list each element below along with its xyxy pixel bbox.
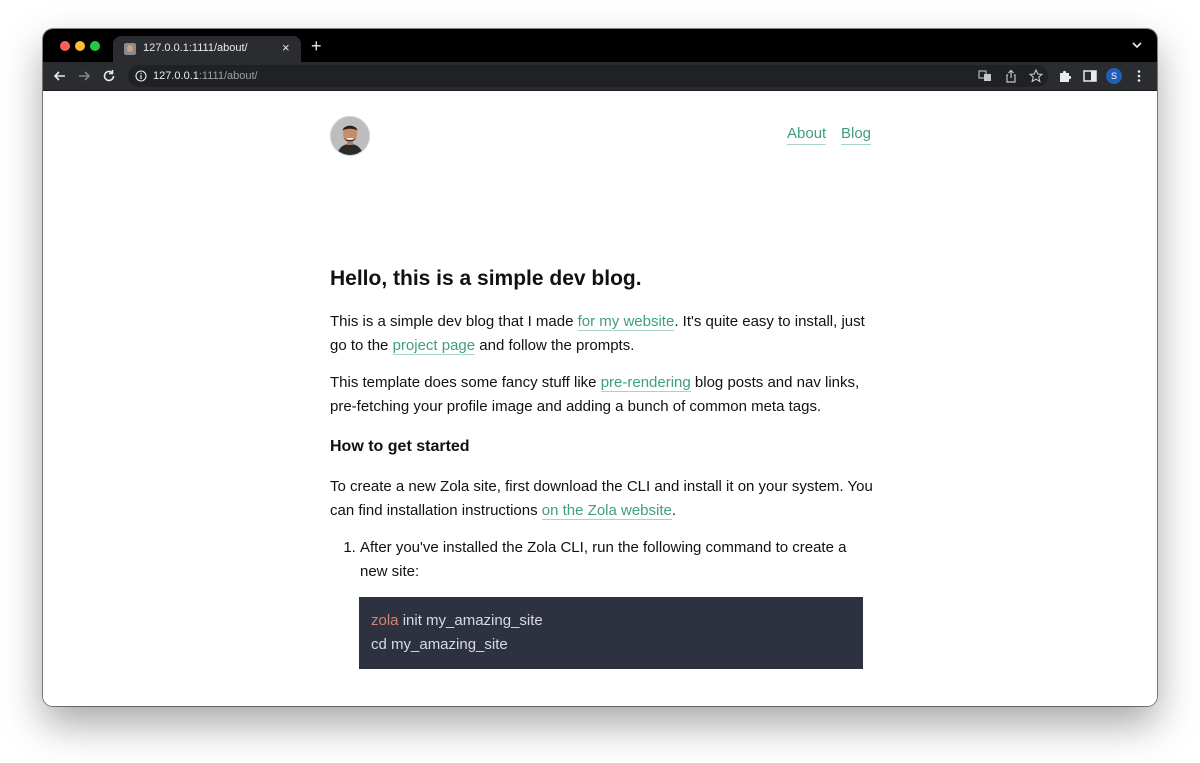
tab-close-button[interactable]: × bbox=[282, 41, 290, 55]
list-item: After you've installed the Zola CLI, run… bbox=[359, 536, 875, 669]
website-link[interactable]: for my website bbox=[577, 313, 675, 331]
nav-link-blog[interactable]: Blog bbox=[841, 125, 872, 145]
paragraph-text: and follow the prompts. bbox=[475, 337, 635, 354]
tab-title: 127.0.0.1:1111/about/ bbox=[143, 42, 248, 54]
translate-icon[interactable] bbox=[978, 69, 992, 83]
back-arrow-icon[interactable] bbox=[52, 68, 68, 84]
close-window-button[interactable] bbox=[60, 41, 70, 51]
url-text: 127.0.0.1:1111/about/ bbox=[153, 70, 258, 82]
features-paragraph: This template does some fancy stuff like… bbox=[330, 371, 875, 419]
more-menu-icon[interactable] bbox=[1131, 68, 1147, 84]
page-title: Hello, this is a simple dev blog. bbox=[330, 267, 642, 290]
new-tab-button[interactable]: + bbox=[311, 37, 322, 55]
article: Hello, this is a simple dev blog. This i… bbox=[330, 266, 875, 669]
web-page: About Blog Hello, this is a simple dev b… bbox=[43, 91, 1157, 706]
install-paragraph: To create a new Zola site, first downloa… bbox=[330, 475, 875, 523]
paragraph-text: This is a simple dev blog that I made bbox=[330, 313, 578, 330]
share-icon[interactable] bbox=[1004, 69, 1018, 83]
code-command: zola bbox=[371, 612, 399, 629]
chevron-down-icon[interactable] bbox=[1131, 39, 1143, 51]
browser-window: 127.0.0.1:1111/about/ × + 127.0.0.1:1111… bbox=[43, 29, 1157, 706]
nav-link-about[interactable]: About bbox=[787, 125, 827, 145]
maximize-window-button[interactable] bbox=[90, 41, 100, 51]
steps-list: After you've installed the Zola CLI, run… bbox=[330, 536, 875, 669]
address-bar[interactable]: 127.0.0.1:1111/about/ bbox=[128, 65, 1048, 87]
step-text: After you've installed the Zola CLI, run… bbox=[360, 539, 847, 580]
section-heading: How to get started bbox=[330, 438, 470, 455]
reload-icon[interactable] bbox=[101, 68, 117, 84]
favicon-icon bbox=[124, 43, 136, 55]
profile-avatar-image[interactable] bbox=[330, 116, 370, 156]
pre-rendering-link[interactable]: pre-rendering bbox=[600, 374, 691, 392]
side-panel-icon[interactable] bbox=[1082, 68, 1098, 84]
code-args: init my_amazing_site bbox=[398, 612, 543, 629]
extensions-puzzle-icon[interactable] bbox=[1057, 68, 1073, 84]
minimize-window-button[interactable] bbox=[75, 41, 85, 51]
profile-avatar[interactable]: S bbox=[1106, 68, 1122, 84]
code-line: cd my_amazing_site bbox=[371, 636, 508, 653]
star-icon[interactable] bbox=[1029, 69, 1043, 83]
project-page-link[interactable]: project page bbox=[392, 337, 476, 355]
forward-arrow-icon[interactable] bbox=[76, 68, 92, 84]
browser-tab[interactable]: 127.0.0.1:1111/about/ × bbox=[113, 36, 301, 62]
paragraph-text: . bbox=[671, 502, 677, 519]
code-block[interactable]: zola init my_amazing_site cd my_amazing_… bbox=[359, 597, 863, 669]
code-line: zola init my_amazing_site bbox=[371, 609, 851, 633]
person-photo-icon bbox=[331, 117, 369, 155]
tab-strip: 127.0.0.1:1111/about/ × + bbox=[43, 29, 1157, 62]
intro-paragraph: This is a simple dev blog that I made fo… bbox=[330, 310, 875, 358]
paragraph-text: This template does some fancy stuff like bbox=[330, 374, 601, 391]
zola-website-link[interactable]: on the Zola website bbox=[541, 502, 672, 520]
browser-toolbar: 127.0.0.1:1111/about/ S bbox=[43, 62, 1157, 91]
info-icon[interactable] bbox=[135, 70, 147, 82]
